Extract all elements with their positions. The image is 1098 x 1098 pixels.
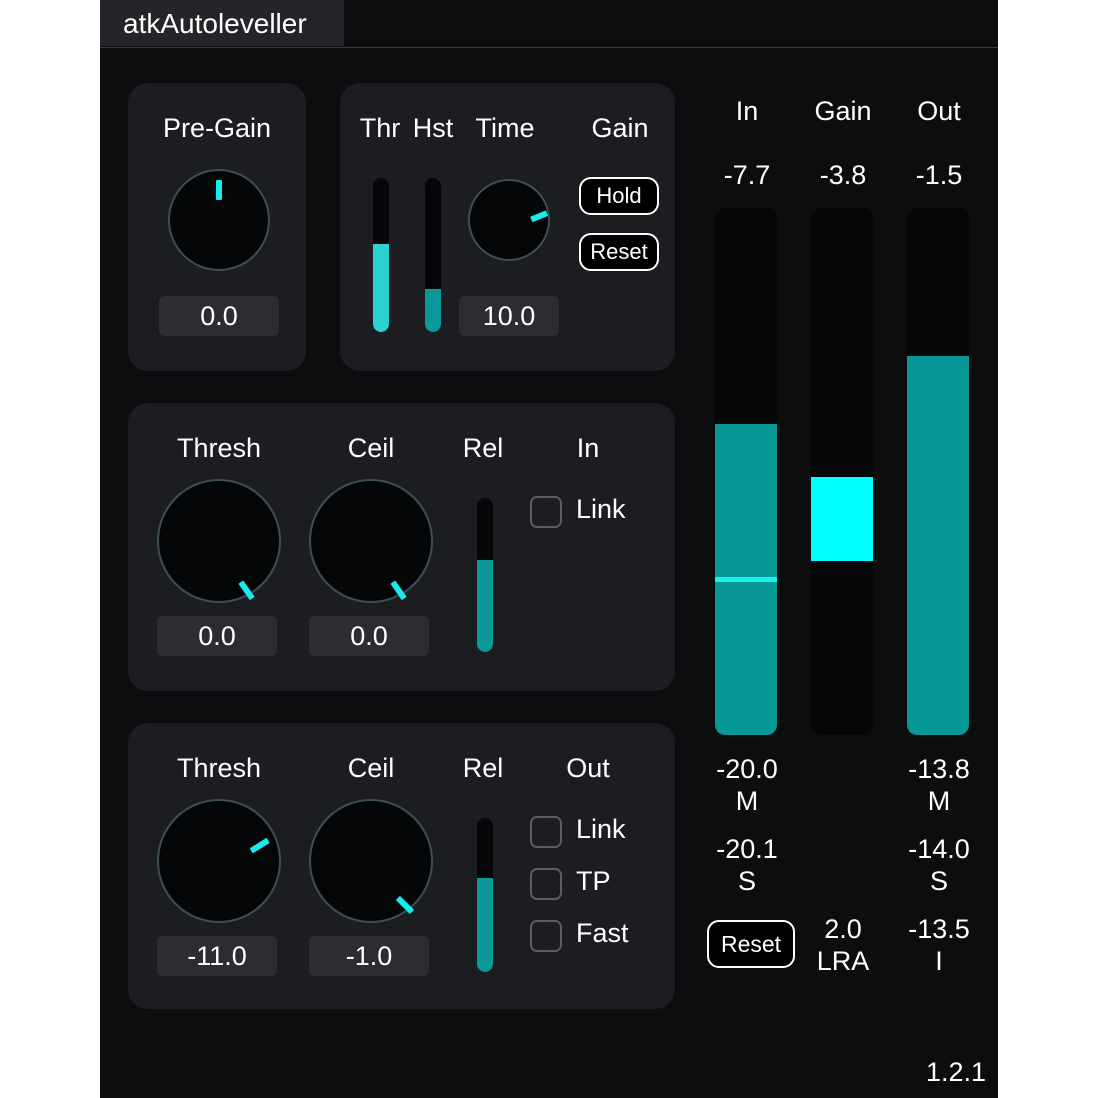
pregain-label: Pre-Gain [162, 113, 272, 143]
leveller-panel: Thr Hst Time Gain 10.0 Hold Reset [340, 83, 675, 371]
in-level-meter [715, 208, 777, 735]
fast-label: Fast [576, 918, 629, 948]
out-rel-label: Rel [462, 753, 504, 783]
out-ceil-value[interactable]: -1.0 [309, 936, 429, 976]
in-momentary-value: -20.0 [716, 754, 778, 784]
version-label: 1.2.1 [925, 1057, 986, 1087]
plugin-window: atkAutoleveller Pre-Gain 0.0 Thr Hst Tim… [100, 0, 998, 1098]
out-link-label: Link [576, 814, 626, 844]
thr-label: Thr [359, 113, 401, 143]
hysteresis-slider-fill [425, 288, 441, 332]
out-ceil-knob[interactable] [309, 799, 433, 923]
gain-reduction-meter [811, 208, 873, 735]
knob-indicator [238, 580, 255, 601]
in-ceil-value[interactable]: 0.0 [309, 616, 429, 656]
in-release-slider-fill [477, 559, 493, 652]
out-thresh-knob[interactable] [157, 799, 281, 923]
in-thresh-label: Thresh [176, 433, 262, 463]
app-title: atkAutoleveller [123, 8, 307, 39]
out-ceil-label: Ceil [347, 753, 395, 783]
gain-meter-block [811, 476, 873, 562]
title-bar: atkAutoleveller [100, 0, 998, 48]
time-knob[interactable] [468, 179, 550, 261]
pregain-panel: Pre-Gain 0.0 [128, 83, 306, 371]
in-thresh-knob[interactable] [157, 479, 281, 603]
out-limiter-panel: Thresh Ceil Rel Out -11.0 -1.0 Link TP F… [128, 723, 675, 1009]
lra-value: 2.0 [824, 914, 862, 944]
out-meter-fill [907, 355, 969, 735]
in-limiter-panel: Thresh Ceil Rel In 0.0 0.0 Link [128, 403, 675, 691]
hysteresis-slider[interactable] [425, 178, 441, 332]
in-release-slider[interactable] [477, 498, 493, 652]
threshold-slider-fill [373, 244, 389, 332]
fast-checkbox[interactable] [530, 920, 562, 952]
out-peak-readout[interactable]: -1.5 [889, 160, 989, 191]
out-momentary-label: M [927, 786, 951, 816]
hold-button[interactable]: Hold [579, 177, 659, 215]
leveller-reset-button[interactable]: Reset [579, 233, 659, 271]
gain-label: Gain [591, 113, 649, 143]
out-momentary-value: -13.8 [908, 754, 970, 784]
out-integrated-value: -13.5 [908, 914, 970, 944]
gain-meter-label: Gain [814, 96, 872, 126]
in-thresh-value[interactable]: 0.0 [157, 616, 277, 656]
knob-indicator [249, 837, 270, 854]
in-rel-label: Rel [462, 433, 504, 463]
knob-indicator [390, 580, 407, 601]
out-integrated-label: I [935, 946, 943, 976]
out-short-term-value: -14.0 [908, 834, 970, 864]
in-meter-label: In [735, 96, 759, 126]
in-link-label: Link [576, 494, 626, 524]
lra-label: LRA [816, 946, 870, 976]
in-ceil-knob[interactable] [309, 479, 433, 603]
out-section-title: Out [566, 753, 610, 783]
in-ceil-label: Ceil [347, 433, 395, 463]
pregain-knob[interactable] [168, 169, 270, 271]
threshold-slider[interactable] [373, 178, 389, 332]
out-thresh-value[interactable]: -11.0 [157, 936, 277, 976]
in-peak-readout[interactable]: -7.7 [697, 160, 797, 191]
loudness-reset-button[interactable]: Reset [707, 920, 795, 968]
out-link-checkbox[interactable] [530, 816, 562, 848]
true-peak-checkbox[interactable] [530, 868, 562, 900]
out-release-slider-fill [477, 878, 493, 972]
in-link-checkbox[interactable] [530, 496, 562, 528]
in-momentary-label: M [735, 786, 759, 816]
knob-indicator [395, 895, 415, 915]
true-peak-label: TP [576, 866, 611, 896]
knob-indicator [216, 180, 222, 200]
out-short-term-label: S [929, 866, 948, 896]
knob-indicator [530, 210, 549, 223]
gain-peak-readout[interactable]: -3.8 [793, 160, 893, 191]
time-value[interactable]: 10.0 [459, 296, 559, 336]
out-thresh-label: Thresh [176, 753, 262, 783]
out-release-slider[interactable] [477, 818, 493, 972]
in-short-term-value: -20.1 [716, 834, 778, 864]
out-level-meter [907, 208, 969, 735]
in-section-title: In [576, 433, 600, 463]
hst-label: Hst [412, 113, 454, 143]
out-meter-label: Out [917, 96, 961, 126]
time-label: Time [475, 113, 535, 143]
pregain-value[interactable]: 0.0 [159, 296, 279, 336]
title-tab: atkAutoleveller [100, 0, 344, 46]
in-short-term-label: S [737, 866, 756, 896]
in-meter-marker [715, 577, 777, 583]
